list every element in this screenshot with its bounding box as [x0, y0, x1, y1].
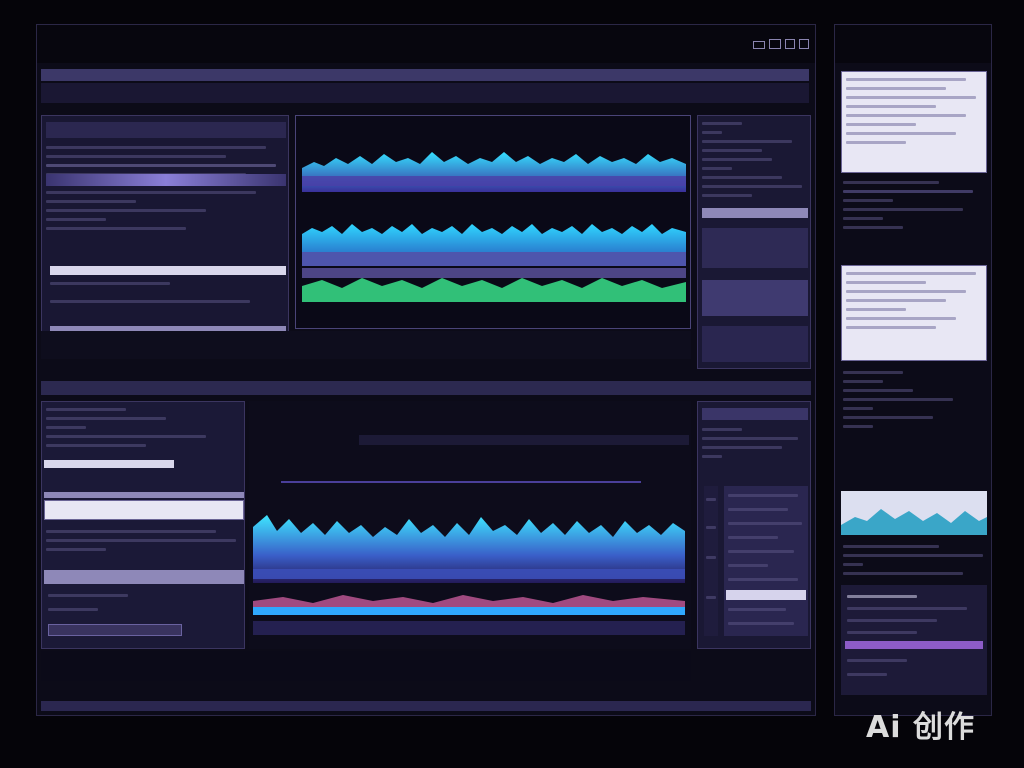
top-section-status — [41, 331, 691, 359]
lower-left-input[interactable] — [44, 500, 244, 520]
left-top-panel — [41, 115, 289, 359]
lower-right-header — [702, 408, 808, 420]
maximize-button[interactable] — [769, 39, 781, 49]
toolbar — [41, 83, 809, 103]
right-top-box — [702, 326, 808, 362]
waveform-track-1 — [302, 152, 686, 192]
window-controls — [753, 39, 809, 49]
waveform-track-2 — [302, 224, 686, 302]
right-top-list — [702, 122, 808, 203]
side-titlebar — [835, 25, 991, 63]
lower-left-row[interactable] — [44, 492, 244, 498]
lower-left-list — [46, 408, 242, 453]
left-top-header — [46, 122, 286, 138]
lower-left-row[interactable] — [44, 570, 244, 584]
lower-subtitle-underline — [281, 481, 641, 483]
lower-label-underline — [359, 435, 689, 445]
left-top-selected-row[interactable] — [50, 266, 286, 275]
side-mini-chart — [841, 491, 987, 535]
section-divider — [41, 381, 811, 395]
lower-area-chart — [253, 515, 685, 635]
lower-left-footer — [41, 651, 691, 681]
minimize-button[interactable] — [753, 41, 765, 49]
side-list-1 — [843, 181, 985, 235]
side-preview-2[interactable] — [841, 265, 987, 361]
menu-bar — [41, 69, 809, 81]
side-bottom-highlight[interactable] — [845, 641, 983, 649]
lower-left-list-2 — [46, 530, 242, 557]
right-top-selected-row[interactable] — [702, 208, 808, 218]
main-window — [36, 24, 816, 716]
lower-right-scrollbar[interactable] — [704, 486, 718, 636]
right-top-box — [702, 280, 808, 316]
right-top-box — [702, 228, 808, 268]
lower-right-button[interactable] — [726, 590, 806, 600]
main-titlebar — [37, 25, 815, 63]
lower-left-row — [48, 594, 128, 597]
right-top-panel — [697, 115, 811, 369]
side-bottom-panel — [841, 585, 987, 695]
watermark-logo: Ai 创作 — [866, 710, 975, 745]
lower-right-subpanel — [724, 486, 808, 636]
side-preview-1[interactable] — [841, 71, 987, 173]
lower-left-selected-row[interactable] — [44, 460, 174, 468]
restore-button[interactable] — [785, 39, 795, 49]
side-mini-area — [841, 509, 987, 535]
left-top-row — [50, 300, 250, 303]
side-window — [834, 24, 992, 716]
lower-left-row — [48, 608, 98, 611]
left-top-list — [46, 146, 286, 266]
side-list-2 — [843, 371, 985, 434]
lower-left-button[interactable] — [48, 624, 182, 636]
main-statusbar — [41, 701, 811, 711]
lower-center-area — [249, 401, 691, 649]
close-button[interactable] — [799, 39, 809, 49]
lower-right-panel — [697, 401, 811, 649]
lower-right-list — [702, 428, 808, 464]
lower-left-panel — [41, 401, 245, 649]
left-top-color-strip — [46, 174, 286, 186]
side-list-3 — [843, 545, 985, 581]
waveform-panel-top — [295, 115, 691, 329]
left-top-row — [50, 282, 170, 285]
